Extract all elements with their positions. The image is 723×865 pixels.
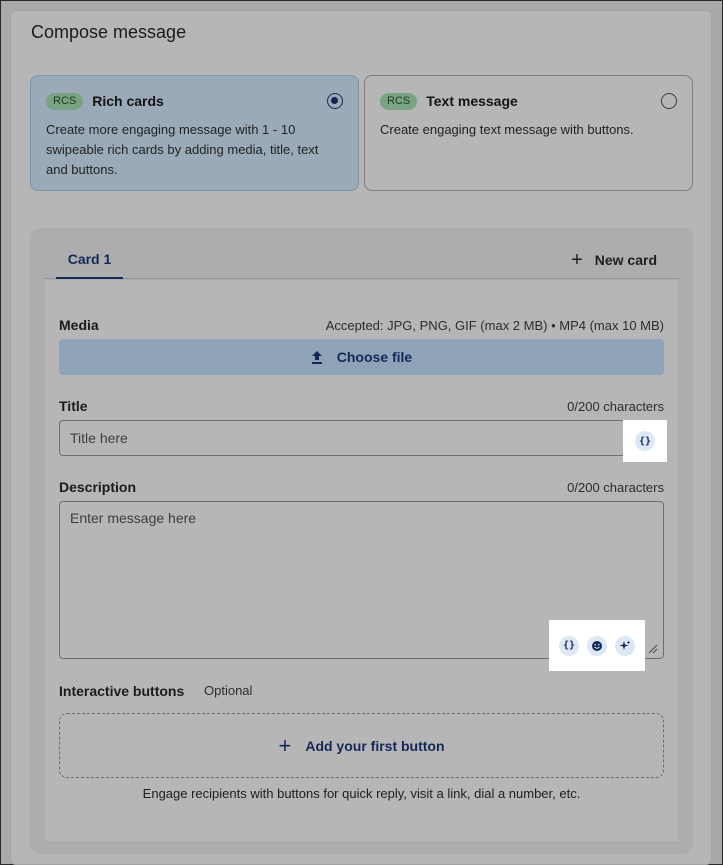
add-first-button-label: Add your first button <box>305 737 445 754</box>
text-message-radio[interactable] <box>661 93 677 109</box>
plus-icon: + <box>278 732 292 758</box>
resize-grip-icon[interactable] <box>648 644 658 654</box>
option-header: RCS Text message <box>380 92 677 110</box>
plus-icon: + <box>571 248 583 271</box>
rcs-pill: RCS <box>380 92 418 110</box>
option-header: RCS Rich cards <box>46 92 343 110</box>
description-tools-highlight: {} <box>549 620 645 671</box>
new-card-button[interactable]: + New card <box>571 240 657 279</box>
choose-file-button[interactable]: Choose file <box>59 339 664 375</box>
description-label: Description <box>59 479 137 495</box>
description-counter: 0/200 characters <box>567 480 664 495</box>
title-counter: 0/200 characters <box>567 399 664 414</box>
card-tabs: Card 1 + New card <box>44 240 679 279</box>
option-title: Rich cards <box>92 93 164 109</box>
upload-icon <box>311 350 323 364</box>
option-description: Create more engaging message with 1 - 10… <box>46 122 319 177</box>
choose-file-label: Choose file <box>336 349 413 365</box>
rcs-pill: RCS <box>46 92 84 110</box>
option-text-message[interactable]: RCS Text message Create engaging text me… <box>364 75 693 191</box>
variable-braces-icon[interactable]: {} <box>559 635 579 656</box>
option-title: Text message <box>426 93 518 109</box>
rich-cards-radio[interactable] <box>327 93 343 109</box>
tab-card-1[interactable]: Card 1 <box>56 240 123 279</box>
emoji-icon[interactable] <box>587 635 607 656</box>
option-rich-cards[interactable]: RCS Rich cards Create more engaging mess… <box>30 75 359 191</box>
option-description: Create engaging text message with button… <box>380 122 634 137</box>
interactive-buttons-hint: Engage recipients with buttons for quick… <box>142 786 581 801</box>
media-label: Media <box>59 317 99 333</box>
interactive-buttons-label: Interactive buttons <box>59 683 185 699</box>
new-card-label: New card <box>594 251 657 268</box>
title-variable-highlight: {} <box>623 420 667 462</box>
variable-braces-icon[interactable]: {} <box>635 431 655 451</box>
optional-label: Optional <box>204 683 253 698</box>
title-label: Title <box>59 398 88 414</box>
add-first-button[interactable]: + Add your first button <box>59 713 664 778</box>
title-input[interactable] <box>59 420 664 456</box>
sparkle-icon[interactable] <box>615 635 635 656</box>
media-accepted-hint: Accepted: JPG, PNG, GIF (max 2 MB) • MP4… <box>325 318 664 333</box>
page-title: Compose message <box>31 22 187 42</box>
